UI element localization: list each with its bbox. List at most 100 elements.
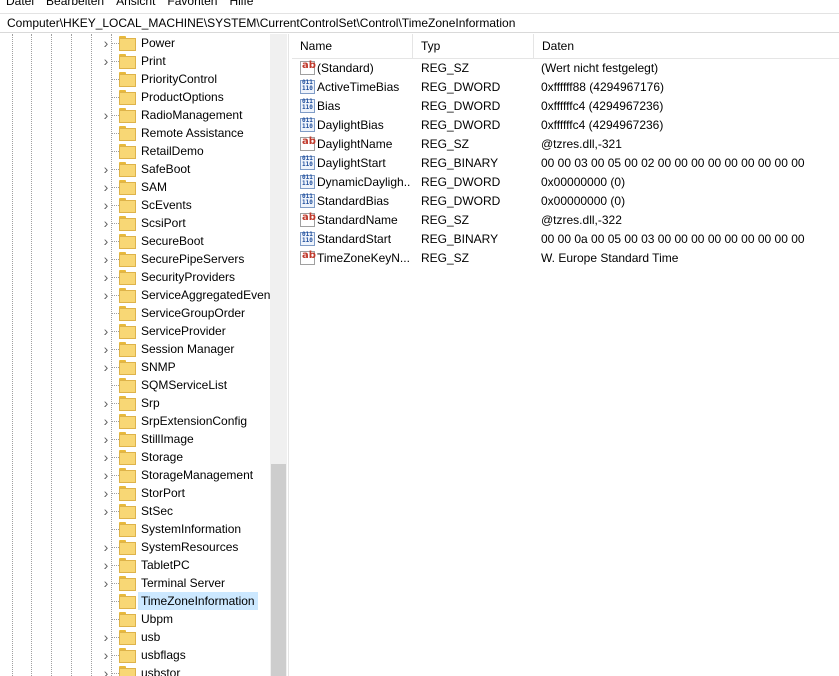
tree-item-label: TabletPC <box>141 558 190 572</box>
tree-item[interactable]: › StSec <box>0 502 270 520</box>
tree-item[interactable]: › usbstor <box>0 664 270 676</box>
registry-tree: › Power › Print PriorityControl ProductOption… <box>0 34 288 676</box>
chevron-right-icon[interactable]: › <box>101 540 111 554</box>
menu-bearbeiten[interactable]: Bearbeiten <box>40 0 110 9</box>
chevron-right-icon[interactable]: › <box>101 630 111 644</box>
chevron-right-icon[interactable]: › <box>101 252 111 266</box>
value-row[interactable]: StandardName REG_SZ @tzres.dll,-322 <box>292 211 839 230</box>
value-name: TimeZoneKeyN... <box>317 251 410 265</box>
value-row[interactable]: ActiveTimeBias REG_DWORD 0xffffff88 (42949… <box>292 78 839 97</box>
chevron-right-icon[interactable]: › <box>101 450 111 464</box>
chevron-right-icon[interactable]: › <box>101 468 111 482</box>
tree-item[interactable]: › ServiceAggregatedEvents <box>0 286 280 304</box>
tree-connector <box>111 169 119 170</box>
tree-item[interactable]: › ServiceProvider <box>0 322 270 340</box>
tree-item[interactable]: SystemInformation <box>0 520 270 538</box>
tree-item[interactable]: › ScsiPort <box>0 214 270 232</box>
tree-item[interactable]: RetailDemo <box>0 142 270 160</box>
binary-value-icon <box>300 232 315 246</box>
tree-connector <box>111 529 119 530</box>
tree-item[interactable]: › StillImage <box>0 430 270 448</box>
value-row[interactable]: DaylightName REG_SZ @tzres.dll,-321 <box>292 135 839 154</box>
tree-item[interactable]: › Terminal Server <box>0 574 270 592</box>
value-row[interactable]: DynamicDayligh... REG_DWORD 0x00000000 (0) <box>292 173 839 192</box>
chevron-right-icon[interactable]: › <box>101 342 111 356</box>
tree-item[interactable]: › SecureBoot <box>0 232 270 250</box>
tree-item[interactable]: ProductOptions <box>0 88 270 106</box>
string-value-icon <box>300 60 316 75</box>
tree-item[interactable]: › StorageManagement <box>0 466 270 484</box>
menu-ansicht[interactable]: Ansicht <box>110 0 161 9</box>
tree-item[interactable]: › SNMP <box>0 358 270 376</box>
address-bar[interactable]: Computer\HKEY_LOCAL_MACHINE\SYSTEM\Curre… <box>0 13 839 33</box>
binary-value-icon <box>300 156 315 170</box>
chevron-right-icon[interactable]: › <box>101 486 111 500</box>
tree-item[interactable]: › SrpExtensionConfig <box>0 412 270 430</box>
folder-icon <box>119 216 136 231</box>
tree-item[interactable]: Remote Assistance <box>0 124 270 142</box>
tree-scrollbar-thumb[interactable] <box>271 464 286 676</box>
value-row[interactable]: (Standard) REG_SZ (Wert nicht festgelegt) <box>292 59 839 78</box>
menu-datei[interactable]: Datei <box>0 0 40 9</box>
tree-item-label: SecurePipeServers <box>141 252 245 266</box>
value-row[interactable]: Bias REG_DWORD 0xffffffc4 (4294967236) <box>292 97 839 116</box>
column-header-name[interactable]: Name <box>292 34 413 59</box>
menu-favoriten[interactable]: Favoriten <box>161 0 223 9</box>
tree-item[interactable]: › Session Manager <box>0 340 270 358</box>
tree-item[interactable]: › SafeBoot <box>0 160 270 178</box>
tree-item[interactable]: › Storage <box>0 448 270 466</box>
chevron-right-icon[interactable]: › <box>101 270 111 284</box>
menu-hilfe[interactable]: Hilfe <box>223 0 259 9</box>
value-type: REG_DWORD <box>421 194 501 208</box>
value-row[interactable]: StandardBias REG_DWORD 0x00000000 (0) <box>292 192 839 211</box>
tree-item[interactable]: › TabletPC <box>0 556 270 574</box>
value-row[interactable]: DaylightStart REG_BINARY 00 00 03 00 05 00… <box>292 154 839 173</box>
chevron-right-icon[interactable]: › <box>101 288 111 302</box>
tree-item[interactable]: TimeZoneInformation <box>0 592 270 610</box>
chevron-right-icon[interactable]: › <box>101 666 111 676</box>
chevron-right-icon[interactable]: › <box>101 36 111 50</box>
chevron-right-icon[interactable]: › <box>101 324 111 338</box>
value-data: @tzres.dll,-322 <box>541 213 622 227</box>
value-type: REG_BINARY <box>421 156 499 170</box>
chevron-right-icon[interactable]: › <box>101 432 111 446</box>
column-header-type[interactable]: Typ <box>413 34 534 59</box>
tree-item[interactable]: › ScEvents <box>0 196 270 214</box>
tree-item[interactable]: › SecurityProviders <box>0 268 270 286</box>
tree-item[interactable]: › SecurePipeServers <box>0 250 270 268</box>
chevron-right-icon[interactable]: › <box>101 360 111 374</box>
chevron-right-icon[interactable]: › <box>101 108 111 122</box>
tree-item[interactable]: › RadioManagement <box>0 106 270 124</box>
tree-item[interactable]: › SystemResources <box>0 538 270 556</box>
tree-item[interactable]: ServiceGroupOrder <box>0 304 270 322</box>
chevron-right-icon[interactable]: › <box>101 198 111 212</box>
chevron-right-icon[interactable]: › <box>101 576 111 590</box>
tree-item[interactable]: › Srp <box>0 394 270 412</box>
chevron-right-icon[interactable]: › <box>101 54 111 68</box>
chevron-right-icon[interactable]: › <box>101 558 111 572</box>
tree-item[interactable]: › Print <box>0 52 270 70</box>
tree-item[interactable]: › Power <box>0 34 270 52</box>
chevron-right-icon[interactable]: › <box>101 216 111 230</box>
chevron-right-icon[interactable]: › <box>101 648 111 662</box>
tree-item[interactable]: › StorPort <box>0 484 270 502</box>
tree-item[interactable]: Ubpm <box>0 610 270 628</box>
value-row[interactable]: StandardStart REG_BINARY 00 00 0a 00 05 00… <box>292 230 839 249</box>
tree-item[interactable]: › SAM <box>0 178 270 196</box>
value-row[interactable]: DaylightBias REG_DWORD 0xffffffc4 (4294967… <box>292 116 839 135</box>
tree-item[interactable]: › usb <box>0 628 270 646</box>
tree-scrollbar[interactable] <box>270 34 287 676</box>
tree-item[interactable]: › usbflags <box>0 646 270 664</box>
chevron-right-icon[interactable]: › <box>101 180 111 194</box>
chevron-right-icon[interactable]: › <box>101 234 111 248</box>
chevron-right-icon[interactable]: › <box>101 504 111 518</box>
chevron-right-icon[interactable]: › <box>101 162 111 176</box>
value-row[interactable]: TimeZoneKeyN... REG_SZ W. Europe Standard … <box>292 249 839 268</box>
tree-item[interactable]: PriorityControl <box>0 70 270 88</box>
tree-connector <box>111 601 119 602</box>
chevron-right-icon[interactable]: › <box>101 414 111 428</box>
chevron-right-icon[interactable]: › <box>101 396 111 410</box>
tree-item[interactable]: SQMServiceList <box>0 376 270 394</box>
column-header-data[interactable]: Daten <box>534 34 839 59</box>
string-value-icon <box>300 250 316 265</box>
